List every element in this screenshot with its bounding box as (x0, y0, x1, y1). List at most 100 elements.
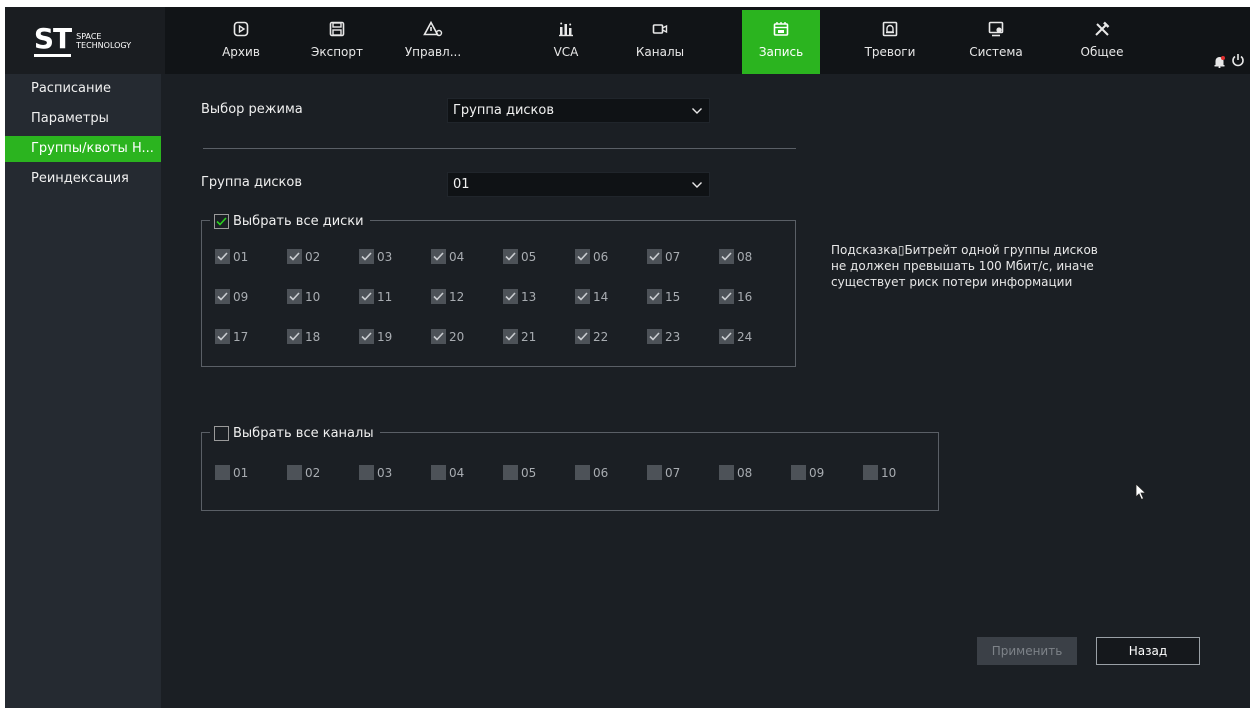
disk-checkbox-05[interactable]: 05 (503, 249, 536, 264)
nav-manage[interactable]: Управл... (394, 10, 472, 74)
disk-checkbox-12[interactable]: 12 (431, 289, 464, 304)
mode-select[interactable]: Группа дисков (447, 98, 710, 123)
disk-checkbox-14[interactable]: 14 (575, 289, 608, 304)
channel-checkbox-07[interactable]: 07 (647, 465, 680, 480)
disk-checkbox-17[interactable]: 17 (215, 329, 248, 344)
nav-channels[interactable]: Каналы (621, 10, 699, 74)
disk-checkbox-04-checkbox[interactable] (431, 249, 446, 264)
nav-export[interactable]: Экспорт (298, 10, 376, 74)
sidebar-item-groups-quotas[interactable]: Группы/квоты H... (5, 136, 161, 162)
channel-checkbox-03[interactable]: 03 (359, 465, 392, 480)
channel-checkbox-02-checkbox[interactable] (287, 465, 302, 480)
nav-record[interactable]: Запись (742, 10, 820, 74)
disk-checkbox-19-checkbox[interactable] (359, 329, 374, 344)
chevron-down-icon (691, 175, 703, 201)
disk-checkbox-21-checkbox[interactable] (503, 329, 518, 344)
disk-checkbox-02[interactable]: 02 (287, 249, 320, 264)
channel-checkbox-03-checkbox[interactable] (359, 465, 374, 480)
sidebar-item-parameters[interactable]: Параметры (5, 106, 161, 132)
disk-checkbox-22-checkbox[interactable] (575, 329, 590, 344)
channel-checkbox-05-checkbox[interactable] (503, 465, 518, 480)
disk-checkbox-20[interactable]: 20 (431, 329, 464, 344)
disk-checkbox-06[interactable]: 06 (575, 249, 608, 264)
nav-system[interactable]: Система (957, 10, 1035, 74)
disk-checkbox-10-checkbox[interactable] (287, 289, 302, 304)
channel-checkbox-01[interactable]: 01 (215, 465, 248, 480)
disk-checkbox-18[interactable]: 18 (287, 329, 320, 344)
channel-checkbox-07-checkbox[interactable] (647, 465, 662, 480)
disk-checkbox-08-label: 08 (737, 249, 753, 264)
channel-checkbox-04[interactable]: 04 (431, 465, 464, 480)
disk-checkbox-01-checkbox[interactable] (215, 249, 230, 264)
nav-alarms[interactable]: Тревоги (851, 10, 929, 74)
disk-checkbox-15-checkbox[interactable] (647, 289, 662, 304)
disk-checkbox-02-checkbox[interactable] (287, 249, 302, 264)
channel-checkbox-08-checkbox[interactable] (719, 465, 734, 480)
disk-checkbox-05-checkbox[interactable] (503, 249, 518, 264)
disk-checkbox-19[interactable]: 19 (359, 329, 392, 344)
back-button[interactable]: Назад (1096, 637, 1200, 665)
disk-checkbox-17-checkbox[interactable] (215, 329, 230, 344)
disk-checkbox-13[interactable]: 13 (503, 289, 536, 304)
channel-checkbox-05[interactable]: 05 (503, 465, 536, 480)
disk-checkbox-16-checkbox[interactable] (719, 289, 734, 304)
disk-group-select[interactable]: 01 (447, 172, 710, 197)
sidebar-item-reindex[interactable]: Реиндексация (5, 166, 161, 192)
channel-checkbox-10[interactable]: 10 (863, 465, 896, 480)
nav-general[interactable]: Общее (1063, 10, 1141, 74)
channel-checkbox-09-checkbox[interactable] (791, 465, 806, 480)
channel-checkbox-10-checkbox[interactable] (863, 465, 878, 480)
disk-checkbox-20-checkbox[interactable] (431, 329, 446, 344)
disk-checkbox-07-checkbox[interactable] (647, 249, 662, 264)
nav-label: Архив (222, 45, 260, 59)
disk-checkbox-03[interactable]: 03 (359, 249, 392, 264)
sidebar-item-schedule[interactable]: Расписание (5, 76, 161, 102)
disk-checkbox-11[interactable]: 11 (359, 289, 392, 304)
channel-checkbox-06-checkbox[interactable] (575, 465, 590, 480)
channel-checkbox-02[interactable]: 02 (287, 465, 320, 480)
disk-checkbox-06-checkbox[interactable] (575, 249, 590, 264)
nav-archive[interactable]: Архив (202, 10, 280, 74)
select-all-channels[interactable]: Выбрать все каналы (210, 424, 380, 442)
disk-checkbox-07[interactable]: 07 (647, 249, 680, 264)
disk-checkbox-03-checkbox[interactable] (359, 249, 374, 264)
nav-vca[interactable]: VCA (527, 10, 605, 74)
disk-checkbox-09-checkbox[interactable] (215, 289, 230, 304)
apply-button[interactable]: Применить (977, 637, 1077, 665)
disk-checkbox-23[interactable]: 23 (647, 329, 680, 344)
channel-checkbox-06[interactable]: 06 (575, 465, 608, 480)
power-icon[interactable] (1231, 52, 1245, 71)
disk-checkbox-10[interactable]: 10 (287, 289, 320, 304)
nav-label: Управл... (404, 45, 462, 59)
channel-checkbox-04-checkbox[interactable] (431, 465, 446, 480)
disk-checkbox-12-checkbox[interactable] (431, 289, 446, 304)
disk-checkbox-11-checkbox[interactable] (359, 289, 374, 304)
bell-icon[interactable] (1213, 53, 1226, 72)
disk-checkbox-14-checkbox[interactable] (575, 289, 590, 304)
disk-checkbox-01[interactable]: 01 (215, 249, 248, 264)
disk-checkbox-08-checkbox[interactable] (719, 249, 734, 264)
select-all-disks[interactable]: Выбрать все диски (210, 212, 370, 230)
select-all-channels-checkbox[interactable] (214, 425, 229, 441)
channel-checkbox-09[interactable]: 09 (791, 465, 824, 480)
disk-checkbox-21[interactable]: 21 (503, 329, 536, 344)
disk-checkbox-15[interactable]: 15 (647, 289, 680, 304)
disk-checkbox-22[interactable]: 22 (575, 329, 608, 344)
disk-checkbox-04[interactable]: 04 (431, 249, 464, 264)
disk-checkbox-18-checkbox[interactable] (287, 329, 302, 344)
disk-checkbox-07-label: 07 (665, 249, 681, 264)
app-window: ST SPACE TECHNOLOGY Архив Экспорт Управл… (5, 7, 1250, 708)
channel-checkbox-01-checkbox[interactable] (215, 465, 230, 480)
disk-checkbox-09[interactable]: 09 (215, 289, 248, 304)
channel-checkbox-08[interactable]: 08 (719, 465, 752, 480)
disk-checkbox-24[interactable]: 24 (719, 329, 752, 344)
disk-checkbox-23-checkbox[interactable] (647, 329, 662, 344)
select-all-disks-checkbox[interactable] (214, 213, 229, 229)
disk-checkbox-24-checkbox[interactable] (719, 329, 734, 344)
disk-checkbox-14-label: 14 (593, 289, 609, 304)
disk-checkbox-08[interactable]: 08 (719, 249, 752, 264)
channel-checkbox-09-label: 09 (809, 465, 825, 480)
disk-checkbox-16[interactable]: 16 (719, 289, 752, 304)
disk-checkbox-13-checkbox[interactable] (503, 289, 518, 304)
mouse-cursor-icon (1135, 483, 1147, 505)
